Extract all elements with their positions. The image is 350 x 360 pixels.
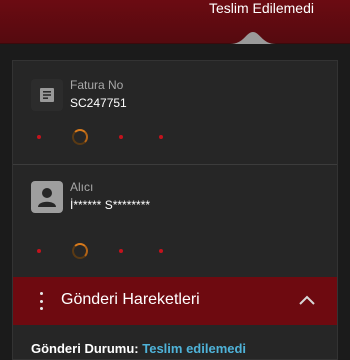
- shipment-status-link[interactable]: Teslim edilemedi: [142, 341, 246, 356]
- shipment-status-label: Gönderi Durumu:: [31, 341, 139, 356]
- chevron-up-icon[interactable]: [297, 291, 317, 311]
- shipment-movements-title: Gönderi Hareketleri: [61, 291, 200, 308]
- loading-indicator-row: [13, 127, 337, 147]
- invoice-number-label: Fatura No: [70, 78, 124, 92]
- loading-dot: [37, 249, 41, 253]
- more-vert-icon[interactable]: [33, 292, 49, 310]
- loading-dot: [119, 135, 123, 139]
- shipment-card: Fatura No SC247751 Alıcı İ****** S******…: [12, 60, 338, 360]
- recipient-label: Alıcı: [70, 180, 94, 194]
- recipient-section: Alıcı İ****** S********: [13, 165, 337, 279]
- shipment-movements-header[interactable]: Gönderi Hareketleri: [13, 277, 337, 325]
- person-icon: [31, 181, 63, 213]
- shipment-status-line: Gönderi Durumu: Teslim edilemedi: [31, 341, 246, 356]
- invoice-number-value: SC247751: [70, 96, 127, 110]
- loading-spinner: [72, 129, 88, 145]
- receipt-icon: [31, 79, 63, 111]
- invoice-section: Fatura No SC247751: [13, 61, 337, 165]
- loading-dot: [37, 135, 41, 139]
- loading-dot: [119, 249, 123, 253]
- top-status-bar: Teslim Edilemedi: [0, 0, 350, 44]
- delivery-status-title: Teslim Edilemedi: [208, 0, 314, 16]
- loading-dot: [159, 249, 163, 253]
- loading-indicator-row: [13, 241, 337, 261]
- loading-dot: [159, 135, 163, 139]
- loading-spinner: [72, 243, 88, 259]
- recipient-value: İ****** S********: [70, 198, 151, 212]
- status-pointer-notch: [230, 32, 276, 44]
